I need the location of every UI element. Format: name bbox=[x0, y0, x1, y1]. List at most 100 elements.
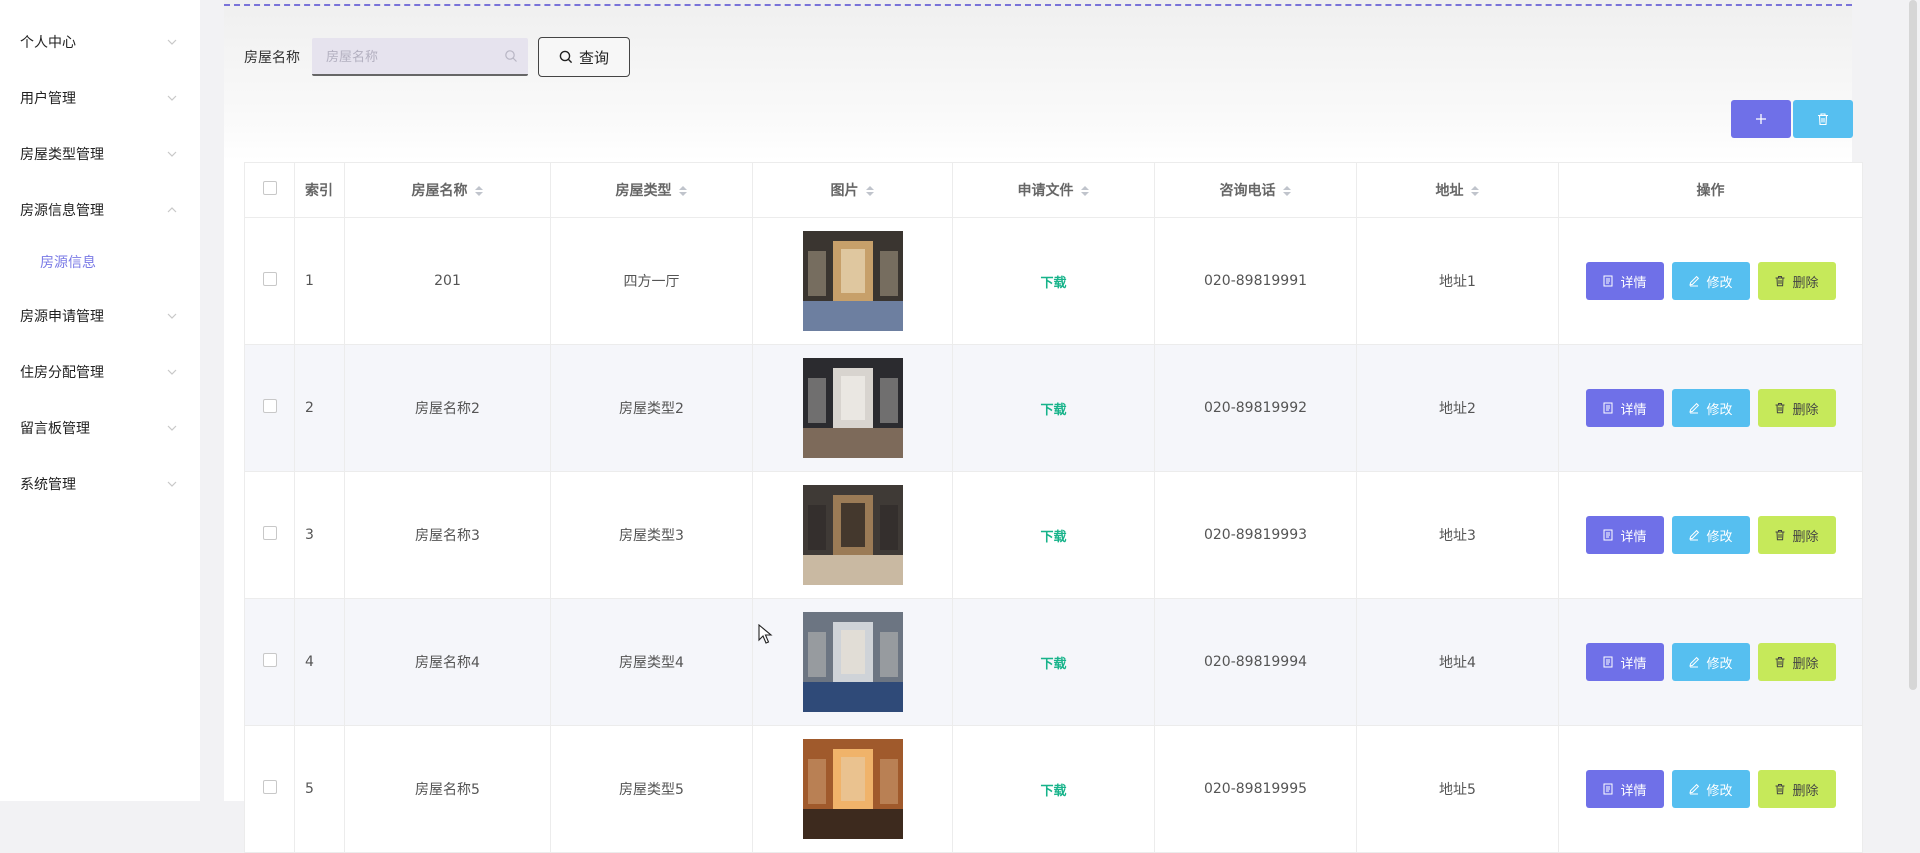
sort-icon bbox=[474, 186, 483, 196]
scrollbar[interactable] bbox=[1909, 0, 1917, 690]
chevron-down-icon bbox=[167, 313, 177, 319]
row-checkbox[interactable] bbox=[262, 272, 277, 286]
delete-button[interactable]: 删除 bbox=[1757, 389, 1836, 427]
trash-icon bbox=[1775, 403, 1785, 414]
top-divider bbox=[224, 4, 1852, 6]
download-link[interactable]: 下载 bbox=[1040, 784, 1066, 799]
row-actions: 详情 修改 删除 bbox=[1559, 516, 1862, 554]
edit-button[interactable]: 修改 bbox=[1671, 770, 1750, 808]
row-select-cell bbox=[244, 725, 295, 853]
sidebar: 个人中心 用户管理 房屋类型管理 房源信息管理 房源信息 房源申请管理 住房分配… bbox=[0, 0, 200, 801]
cell-type: 房屋类型3 bbox=[550, 471, 753, 599]
select-all-checkbox[interactable] bbox=[262, 181, 277, 195]
header-phone[interactable]: 咨询电话 bbox=[1154, 162, 1357, 218]
sidebar-item-label: 个人中心 bbox=[20, 35, 76, 51]
row-checkbox[interactable] bbox=[262, 399, 277, 413]
add-button[interactable] bbox=[1731, 100, 1791, 138]
document-icon bbox=[1603, 529, 1613, 541]
edit-button[interactable]: 修改 bbox=[1671, 389, 1750, 427]
header-image[interactable]: 图片 bbox=[752, 162, 953, 218]
chevron-down-icon bbox=[167, 151, 177, 157]
row-checkbox[interactable] bbox=[262, 526, 277, 540]
sidebar-item-application-management[interactable]: 房源申请管理 bbox=[0, 296, 200, 336]
edit-button[interactable]: 修改 bbox=[1671, 262, 1750, 300]
row-actions: 详情 修改 删除 bbox=[1559, 389, 1862, 427]
cell-file: 下载 bbox=[952, 598, 1155, 726]
download-link[interactable]: 下载 bbox=[1040, 276, 1066, 291]
cell-phone: 020-89819991 bbox=[1154, 217, 1357, 345]
header-address[interactable]: 地址 bbox=[1356, 162, 1559, 218]
sidebar-item-house-type-management[interactable]: 房屋类型管理 bbox=[0, 134, 200, 174]
detail-button[interactable]: 详情 bbox=[1585, 262, 1664, 300]
detail-button-label: 详情 bbox=[1620, 402, 1647, 418]
house-photo[interactable] bbox=[802, 358, 903, 458]
plus-icon bbox=[1756, 114, 1766, 124]
header-file[interactable]: 申请文件 bbox=[952, 162, 1155, 218]
cell-ops: 详情 修改 删除 bbox=[1558, 344, 1863, 472]
cell-image bbox=[752, 471, 953, 599]
cell-name: 房屋名称5 bbox=[344, 725, 551, 853]
row-actions: 详情 修改 删除 bbox=[1559, 643, 1862, 681]
table-row: 3 房屋名称3 房屋类型3 下载 020-89819993 地址3 详情 修改 删除 bbox=[244, 471, 1863, 599]
sidebar-item-label: 房源信息管理 bbox=[20, 203, 104, 219]
sidebar-item-system-management[interactable]: 系统管理 bbox=[0, 464, 200, 504]
sidebar-item-personal-center[interactable]: 个人中心 bbox=[0, 22, 200, 62]
sidebar-item-label: 住房分配管理 bbox=[20, 365, 104, 381]
edit-button-label: 修改 bbox=[1706, 783, 1733, 799]
sidebar-subitem-listing-info[interactable]: 房源信息 bbox=[0, 246, 200, 278]
row-checkbox[interactable] bbox=[262, 653, 277, 667]
sidebar-item-user-management[interactable]: 用户管理 bbox=[0, 78, 200, 118]
header-select-all bbox=[244, 162, 295, 218]
trash-icon bbox=[1818, 113, 1828, 126]
cell-address: 地址3 bbox=[1356, 471, 1559, 599]
download-link[interactable]: 下载 bbox=[1040, 530, 1066, 545]
delete-button-label: 删除 bbox=[1792, 275, 1819, 291]
download-link[interactable]: 下载 bbox=[1040, 657, 1066, 672]
cell-image bbox=[752, 725, 953, 853]
detail-button-label: 详情 bbox=[1620, 783, 1647, 799]
header-type[interactable]: 房屋类型 bbox=[550, 162, 753, 218]
edit-button-label: 修改 bbox=[1706, 275, 1733, 291]
query-button-label: 查询 bbox=[578, 48, 609, 67]
edit-button[interactable]: 修改 bbox=[1671, 516, 1750, 554]
sort-icon bbox=[1470, 186, 1479, 196]
cell-type: 房屋类型2 bbox=[550, 344, 753, 472]
delete-button[interactable]: 删除 bbox=[1757, 770, 1836, 808]
header-image-label: 图片 bbox=[830, 183, 859, 199]
sidebar-item-allocation-management[interactable]: 住房分配管理 bbox=[0, 352, 200, 392]
header-phone-label: 咨询电话 bbox=[1219, 183, 1276, 199]
edit-button[interactable]: 修改 bbox=[1671, 643, 1750, 681]
detail-button[interactable]: 详情 bbox=[1585, 770, 1664, 808]
table-header-row: 索引 房屋名称 房屋类型 图片 申请文件 咨询电话 地址 操作 bbox=[244, 162, 1863, 218]
sidebar-item-listing-management[interactable]: 房源信息管理 bbox=[0, 190, 200, 230]
row-checkbox[interactable] bbox=[262, 780, 277, 794]
header-index: 索引 bbox=[294, 162, 345, 218]
query-button[interactable]: 查询 bbox=[538, 37, 630, 77]
search-icon bbox=[559, 50, 573, 64]
download-link[interactable]: 下载 bbox=[1040, 403, 1066, 418]
edit-button-label: 修改 bbox=[1706, 402, 1733, 418]
chevron-down-icon bbox=[167, 369, 177, 375]
house-photo[interactable] bbox=[802, 612, 903, 712]
batch-delete-button[interactable] bbox=[1793, 100, 1853, 138]
search-input[interactable] bbox=[312, 38, 508, 76]
cell-ops: 详情 修改 删除 bbox=[1558, 598, 1863, 726]
cell-address: 地址2 bbox=[1356, 344, 1559, 472]
cell-image bbox=[752, 598, 953, 726]
house-photo[interactable] bbox=[802, 739, 903, 839]
trash-icon bbox=[1775, 276, 1785, 287]
detail-button[interactable]: 详情 bbox=[1585, 516, 1664, 554]
delete-button[interactable]: 删除 bbox=[1757, 262, 1836, 300]
delete-button[interactable]: 删除 bbox=[1757, 643, 1836, 681]
header-type-label: 房屋类型 bbox=[615, 183, 672, 199]
header-name[interactable]: 房屋名称 bbox=[344, 162, 551, 218]
row-actions: 详情 修改 删除 bbox=[1559, 262, 1862, 300]
house-photo[interactable] bbox=[802, 231, 903, 331]
detail-button[interactable]: 详情 bbox=[1585, 389, 1664, 427]
trash-icon bbox=[1775, 784, 1785, 795]
detail-button[interactable]: 详情 bbox=[1585, 643, 1664, 681]
house-photo[interactable] bbox=[802, 485, 903, 585]
cell-address: 地址5 bbox=[1356, 725, 1559, 853]
delete-button[interactable]: 删除 bbox=[1757, 516, 1836, 554]
sidebar-item-message-board[interactable]: 留言板管理 bbox=[0, 408, 200, 448]
